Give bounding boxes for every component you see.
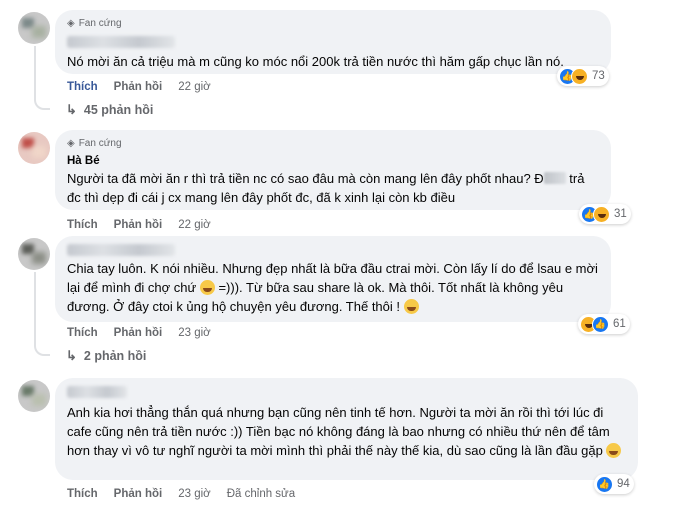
reply-button[interactable]: Phản hồi — [114, 80, 163, 94]
like-button[interactable]: Thích — [67, 326, 98, 340]
grinning-emoji-icon — [403, 299, 419, 314]
timestamp[interactable]: 22 giờ — [178, 80, 210, 94]
timestamp[interactable]: 22 giờ — [178, 218, 210, 232]
comment-text: Anh kia hơi thẳng thắn quá nhưng bạn cũn… — [67, 403, 626, 460]
reply-button[interactable]: Phản hồi — [114, 218, 163, 232]
grinning-emoji-icon — [606, 443, 622, 458]
reaction-summary[interactable]: 👍 73 — [557, 66, 609, 86]
comment-text: Chia tay luôn. K nói nhiều. Nhưng đẹp nh… — [67, 261, 602, 314]
avatar[interactable] — [18, 12, 50, 44]
reaction-summary[interactable]: 👍 94 — [594, 474, 634, 494]
like-button[interactable]: Thích — [67, 218, 98, 232]
comment-bubble: Anh kia hơi thẳng thắn quá nhưng bạn cũn… — [55, 378, 638, 480]
comment-bubble: Chia tay luôn. K nói nhiều. Nhưng đẹp nh… — [55, 236, 611, 322]
view-replies-button[interactable]: ↳ 2 phản hồi — [66, 348, 146, 364]
diamond-icon: ◈ — [67, 138, 75, 149]
like-icon: 👍 — [596, 475, 613, 493]
comment-actions: Thích Phản hồi 23 giờ Đã chỉnh sửa — [67, 487, 295, 501]
commenter-name-redacted[interactable] — [67, 36, 175, 48]
haha-icon — [571, 67, 588, 85]
avatar[interactable] — [18, 380, 50, 412]
avatar[interactable] — [18, 132, 50, 164]
like-button[interactable]: Thích — [67, 487, 98, 501]
reply-button[interactable]: Phản hồi — [114, 326, 163, 340]
comment-bubble: ◈ Fan cứng Nó mời ăn cả triệu mà m cũng … — [55, 10, 611, 74]
reaction-summary[interactable]: 👍 31 — [579, 204, 631, 224]
comment-text: Người ta đã mời ăn r thì trả tiền nc có … — [67, 171, 589, 205]
thread-connector — [34, 46, 50, 110]
timestamp[interactable]: 23 giờ — [178, 487, 210, 501]
commenter-name[interactable]: Hà Bé — [67, 154, 599, 168]
like-button[interactable]: Thích — [67, 80, 98, 94]
reaction-summary[interactable]: 👍 61 — [578, 314, 630, 334]
timestamp[interactable]: 23 giờ — [178, 326, 210, 340]
reply-arrow-icon: ↳ — [66, 348, 77, 363]
edited-label: Đã chỉnh sửa — [226, 488, 296, 500]
thread-connector — [34, 272, 50, 356]
fan-badge: ◈ Fan cứng — [67, 18, 122, 29]
comment-actions: Thích Phản hồi 23 giờ — [67, 326, 211, 340]
haha-icon — [593, 205, 610, 223]
reaction-count: 61 — [613, 318, 626, 330]
comment-text: Nó mời ăn cả triệu mà m cũng ko móc nổi … — [67, 54, 564, 69]
laughing-emoji-icon — [199, 280, 215, 295]
reaction-count: 31 — [614, 208, 627, 220]
view-replies-button[interactable]: ↳ 45 phản hồi — [66, 102, 153, 118]
fan-badge: ◈ Fan cứng — [67, 138, 122, 149]
comment-actions: Thích Phản hồi 22 giờ — [67, 218, 211, 232]
reply-button[interactable]: Phản hồi — [114, 487, 163, 501]
commenter-name-redacted[interactable] — [67, 386, 127, 398]
comment-actions: Thích Phản hồi 22 giờ — [67, 80, 211, 94]
reaction-count: 94 — [617, 478, 630, 490]
avatar[interactable] — [18, 238, 50, 270]
like-icon: 👍 — [592, 315, 609, 333]
commenter-name-redacted[interactable] — [67, 244, 175, 256]
reaction-count: 73 — [592, 70, 605, 82]
diamond-icon: ◈ — [67, 18, 75, 29]
comment-bubble: ◈ Fan cứng Hà Bé Người ta đã mời ăn r th… — [55, 130, 611, 210]
reply-arrow-icon: ↳ — [66, 102, 77, 117]
redacted-text — [543, 172, 566, 184]
